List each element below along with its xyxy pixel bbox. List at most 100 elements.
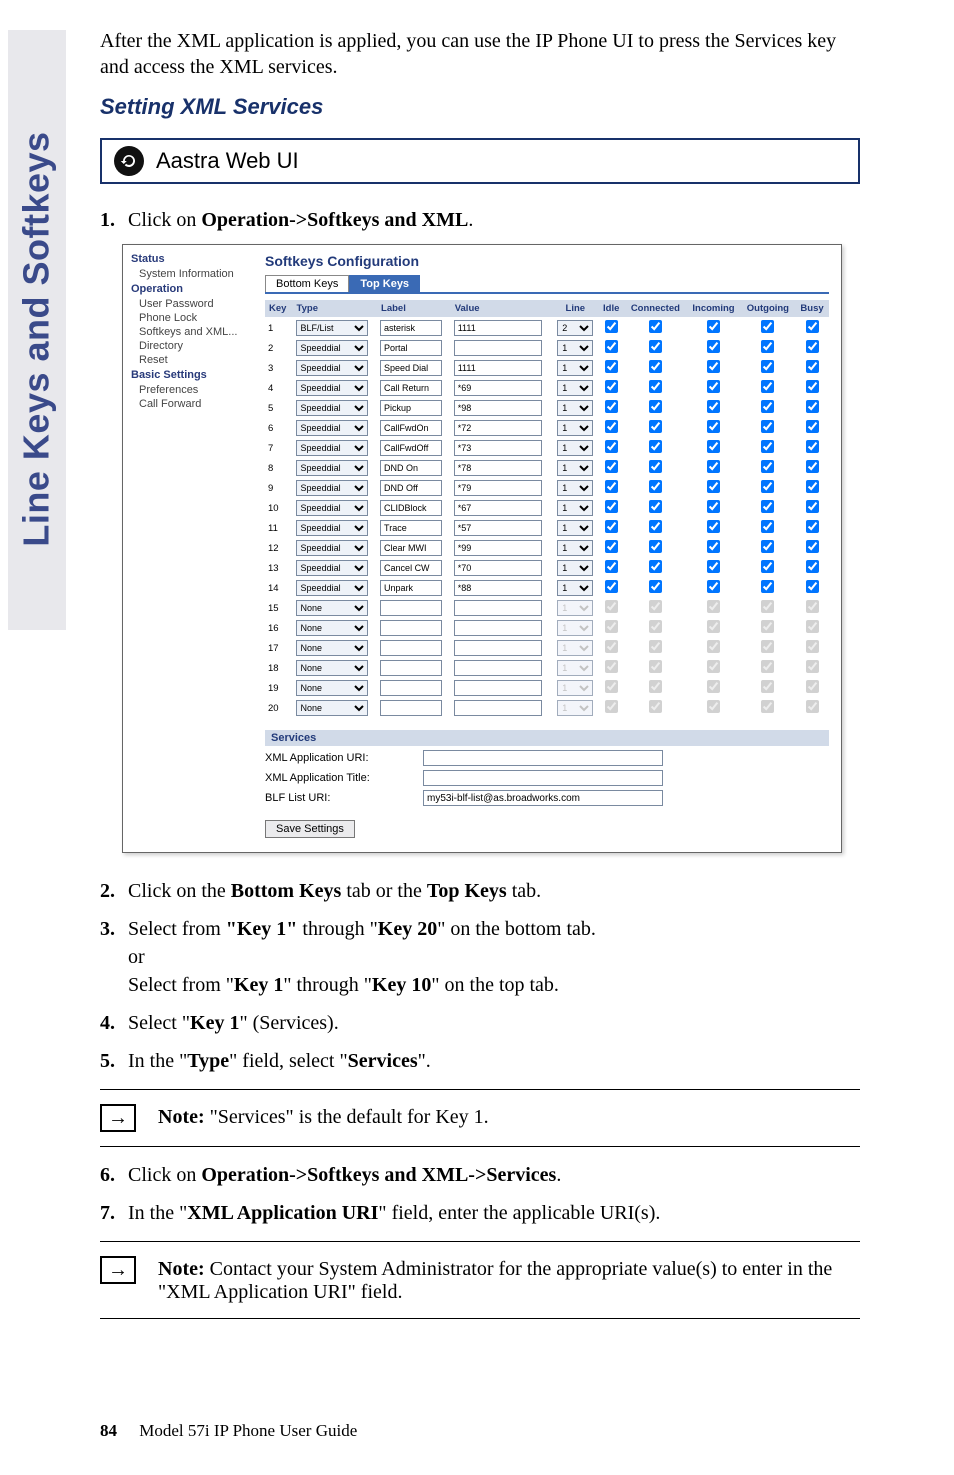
line-select[interactable]: 2 (557, 320, 593, 336)
label-input[interactable] (380, 500, 442, 516)
line-select[interactable]: 1 (557, 440, 593, 456)
line-select[interactable]: 1 (557, 420, 593, 436)
incoming-checkbox[interactable] (707, 420, 720, 433)
connected-checkbox[interactable] (649, 460, 662, 473)
connected-checkbox[interactable] (649, 400, 662, 413)
value-input[interactable] (454, 540, 542, 556)
connected-checkbox[interactable] (649, 340, 662, 353)
value-input[interactable] (454, 580, 542, 596)
outgoing-checkbox[interactable] (761, 460, 774, 473)
outgoing-checkbox[interactable] (761, 400, 774, 413)
type-select[interactable]: Speeddial (296, 360, 368, 376)
idle-checkbox[interactable] (605, 500, 618, 513)
idle-checkbox[interactable] (605, 560, 618, 573)
type-select[interactable]: Speeddial (296, 480, 368, 496)
value-input[interactable] (454, 420, 542, 436)
outgoing-checkbox[interactable] (761, 540, 774, 553)
outgoing-checkbox[interactable] (761, 480, 774, 493)
connected-checkbox[interactable] (649, 500, 662, 513)
busy-checkbox[interactable] (806, 520, 819, 533)
connected-checkbox[interactable] (649, 320, 662, 333)
label-input[interactable] (380, 520, 442, 536)
outgoing-checkbox[interactable] (761, 560, 774, 573)
connected-checkbox[interactable] (649, 540, 662, 553)
value-input[interactable] (454, 500, 542, 516)
connected-checkbox[interactable] (649, 520, 662, 533)
connected-checkbox[interactable] (649, 440, 662, 453)
idle-checkbox[interactable] (605, 340, 618, 353)
connected-checkbox[interactable] (649, 580, 662, 593)
idle-checkbox[interactable] (605, 320, 618, 333)
tab-top-keys[interactable]: Top Keys (349, 275, 420, 292)
line-select[interactable]: 1 (557, 500, 593, 516)
value-input[interactable] (454, 480, 542, 496)
label-input[interactable] (380, 460, 442, 476)
busy-checkbox[interactable] (806, 360, 819, 373)
outgoing-checkbox[interactable] (761, 340, 774, 353)
idle-checkbox[interactable] (605, 520, 618, 533)
type-select[interactable]: Speeddial (296, 440, 368, 456)
value-input[interactable] (454, 400, 542, 416)
type-select[interactable]: None (296, 660, 368, 676)
connected-checkbox[interactable] (649, 480, 662, 493)
type-select[interactable]: Speeddial (296, 500, 368, 516)
type-select[interactable]: Speeddial (296, 380, 368, 396)
outgoing-checkbox[interactable] (761, 500, 774, 513)
connected-checkbox[interactable] (649, 420, 662, 433)
type-select[interactable]: Speeddial (296, 540, 368, 556)
incoming-checkbox[interactable] (707, 500, 720, 513)
line-select[interactable]: 1 (557, 520, 593, 536)
outgoing-checkbox[interactable] (761, 320, 774, 333)
label-input[interactable] (380, 580, 442, 596)
idle-checkbox[interactable] (605, 540, 618, 553)
outgoing-checkbox[interactable] (761, 380, 774, 393)
connected-checkbox[interactable] (649, 360, 662, 373)
value-input[interactable] (454, 320, 542, 336)
busy-checkbox[interactable] (806, 540, 819, 553)
incoming-checkbox[interactable] (707, 380, 720, 393)
type-select[interactable]: None (296, 700, 368, 716)
outgoing-checkbox[interactable] (761, 360, 774, 373)
xml-uri-input[interactable] (423, 750, 663, 766)
busy-checkbox[interactable] (806, 420, 819, 433)
label-input[interactable] (380, 380, 442, 396)
line-select[interactable]: 1 (557, 360, 593, 376)
label-input[interactable] (380, 420, 442, 436)
type-select[interactable]: None (296, 600, 368, 616)
idle-checkbox[interactable] (605, 480, 618, 493)
connected-checkbox[interactable] (649, 380, 662, 393)
incoming-checkbox[interactable] (707, 540, 720, 553)
value-input[interactable] (454, 380, 542, 396)
idle-checkbox[interactable] (605, 360, 618, 373)
line-select[interactable]: 1 (557, 340, 593, 356)
label-input[interactable] (380, 340, 442, 356)
busy-checkbox[interactable] (806, 560, 819, 573)
busy-checkbox[interactable] (806, 400, 819, 413)
idle-checkbox[interactable] (605, 380, 618, 393)
line-select[interactable]: 1 (557, 380, 593, 396)
value-input[interactable] (454, 340, 542, 356)
type-select[interactable]: Speeddial (296, 400, 368, 416)
outgoing-checkbox[interactable] (761, 420, 774, 433)
label-input[interactable] (380, 480, 442, 496)
incoming-checkbox[interactable] (707, 580, 720, 593)
outgoing-checkbox[interactable] (761, 520, 774, 533)
value-input[interactable] (454, 440, 542, 456)
busy-checkbox[interactable] (806, 340, 819, 353)
busy-checkbox[interactable] (806, 460, 819, 473)
value-input[interactable] (454, 460, 542, 476)
incoming-checkbox[interactable] (707, 400, 720, 413)
busy-checkbox[interactable] (806, 580, 819, 593)
type-select[interactable]: None (296, 640, 368, 656)
label-input[interactable] (380, 440, 442, 456)
line-select[interactable]: 1 (557, 540, 593, 556)
idle-checkbox[interactable] (605, 460, 618, 473)
busy-checkbox[interactable] (806, 500, 819, 513)
type-select[interactable]: Speeddial (296, 520, 368, 536)
type-select[interactable]: None (296, 680, 368, 696)
type-select[interactable]: Speeddial (296, 420, 368, 436)
line-select[interactable]: 1 (557, 580, 593, 596)
outgoing-checkbox[interactable] (761, 440, 774, 453)
type-select[interactable]: Speeddial (296, 560, 368, 576)
busy-checkbox[interactable] (806, 380, 819, 393)
